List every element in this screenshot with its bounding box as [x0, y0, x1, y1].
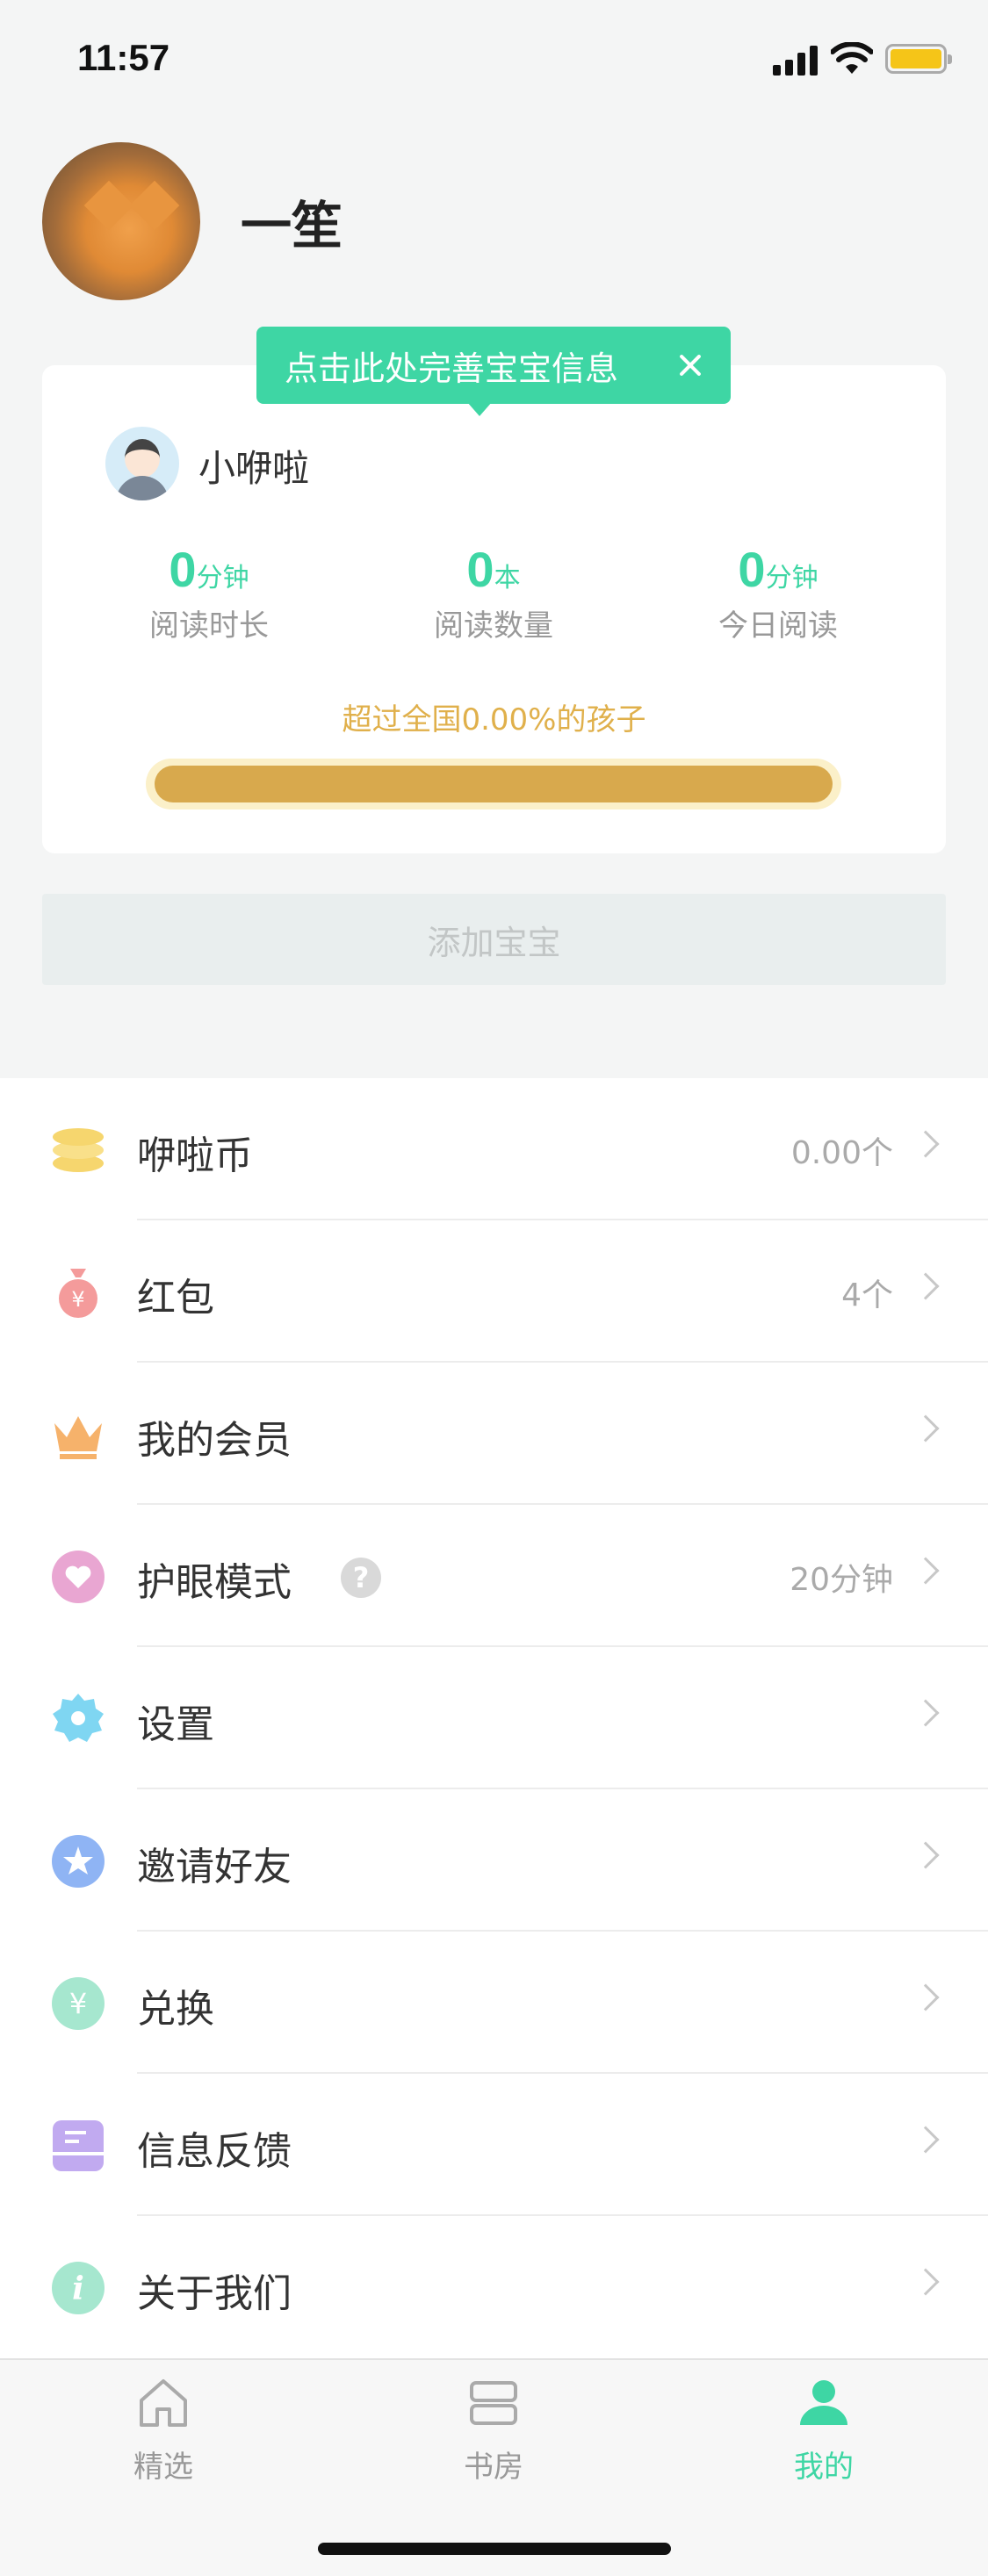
svg-text:¥: ¥: [71, 1287, 84, 1312]
rank-text: 超过全国0.00%的孩子: [342, 702, 646, 738]
stat-value: 0: [738, 542, 766, 597]
menu-item-coins[interactable]: 咿啦币 0.00个: [0, 1078, 988, 1220]
stat-reading-count: 0本 阅读数量: [362, 541, 625, 644]
tab-label: 我的: [794, 2450, 854, 2485]
menu-label: 红包: [137, 1276, 214, 1320]
menu-label: 我的会员: [137, 1418, 292, 1463]
menu-list: 咿啦币 0.00个 ¥ 红包 4个 我的会员 护眼模式 ? 20分钟 设置 邀请…: [0, 1078, 988, 2360]
menu-label: 护眼模式: [137, 1560, 292, 1605]
stat-unit: 分钟: [765, 563, 819, 594]
chevron-right-icon: [912, 2268, 940, 2296]
chevron-right-icon: [912, 1557, 940, 1585]
chevron-right-icon: [912, 1841, 940, 1869]
baby-name[interactable]: 小咿啦: [198, 439, 309, 493]
baby-avatar[interactable]: [105, 427, 179, 500]
close-icon[interactable]: [671, 346, 710, 385]
heart-icon: [52, 1551, 105, 1603]
tooltip-text: 点击此处完善宝宝信息: [285, 349, 619, 388]
svg-text:i: i: [72, 2270, 84, 2307]
money-bag-icon: ¥: [59, 1269, 97, 1318]
menu-item-feedback[interactable]: 信息反馈: [0, 2074, 988, 2216]
tooltip-arrow: [467, 402, 492, 416]
status-time: 11:57: [77, 37, 170, 78]
stat-label: 阅读数量: [434, 608, 553, 644]
wifi-icon: [831, 42, 873, 74]
complete-info-tooltip[interactable]: 点击此处完善宝宝信息: [256, 327, 731, 404]
menu-item-red-packet[interactable]: ¥ 红包 4个: [0, 1220, 988, 1363]
bookshelf-icon: [470, 2381, 517, 2425]
chevron-right-icon: [912, 1414, 940, 1443]
menu-label: 设置: [137, 1702, 214, 1747]
avatar[interactable]: [42, 142, 200, 300]
menu-item-invite[interactable]: 邀请好友: [0, 1789, 988, 1932]
rank-progress-fill: [155, 766, 833, 802]
menu-value: 0.00个: [790, 1135, 893, 1171]
home-icon: [140, 2379, 187, 2427]
chevron-right-icon: [912, 1130, 940, 1158]
add-baby-button[interactable]: 添加宝宝: [42, 894, 946, 985]
stat-reading-time: 0分钟 阅读时长: [77, 541, 341, 644]
stat-unit: 本: [494, 563, 521, 594]
menu-item-settings[interactable]: 设置: [0, 1647, 988, 1789]
chevron-right-icon: [912, 2126, 940, 2154]
tab-bookshelf[interactable]: 书房: [397, 2376, 590, 2486]
help-icon[interactable]: ?: [341, 1558, 381, 1598]
status-bar: 11:57: [0, 0, 988, 116]
battery-icon: [885, 44, 952, 74]
stat-label: 今日阅读: [718, 608, 838, 644]
stat-unit: 分钟: [196, 563, 249, 594]
svg-text:¥: ¥: [69, 1987, 87, 2020]
tab-mine[interactable]: 我的: [727, 2376, 920, 2486]
menu-value: 20分钟: [790, 1562, 893, 1598]
menu-item-redeem[interactable]: ¥ 兑换: [0, 1932, 988, 2074]
stat-today-reading: 0分钟 今日阅读: [646, 541, 910, 644]
menu-label: 兑换: [137, 1987, 214, 2032]
profile-name[interactable]: 一笙: [241, 184, 343, 258]
menu-item-eye-care[interactable]: 护眼模式 ? 20分钟: [0, 1505, 988, 1647]
menu-value: 4个: [841, 1277, 893, 1313]
profile-icon: [800, 2380, 847, 2425]
stat-value: 0: [466, 542, 494, 597]
home-indicator: [318, 2543, 671, 2555]
tab-label: 书房: [464, 2450, 523, 2485]
crown-icon: [54, 1416, 102, 1459]
menu-label: 信息反馈: [137, 2129, 292, 2174]
chevron-right-icon: [912, 1272, 940, 1300]
baby-card: 小咿啦 0分钟 阅读时长 0本 阅读数量 0分钟 今日阅读 超过全国0.00%的…: [42, 365, 946, 853]
rank-progress-bar: [146, 759, 841, 809]
chevron-right-icon: [912, 1983, 940, 2011]
coins-icon: [53, 1128, 104, 1172]
menu-label: 咿啦币: [137, 1133, 253, 1178]
yen-icon: ¥: [52, 1977, 105, 2030]
info-icon: i: [52, 2262, 105, 2314]
menu-label: 邀请好友: [137, 1845, 292, 1889]
signal-icon: [773, 46, 819, 76]
stat-value: 0: [169, 542, 197, 597]
chevron-right-icon: [912, 1699, 940, 1727]
menu-item-about[interactable]: i 关于我们: [0, 2216, 988, 2358]
feedback-icon: [53, 2120, 104, 2171]
tab-label: 精选: [133, 2450, 193, 2485]
menu-item-membership[interactable]: 我的会员: [0, 1363, 988, 1505]
gear-icon: [53, 1694, 104, 1742]
stat-label: 阅读时长: [149, 608, 269, 644]
menu-label: 关于我们: [137, 2271, 292, 2316]
tab-featured[interactable]: 精选: [67, 2376, 260, 2486]
star-icon: [52, 1835, 105, 1888]
